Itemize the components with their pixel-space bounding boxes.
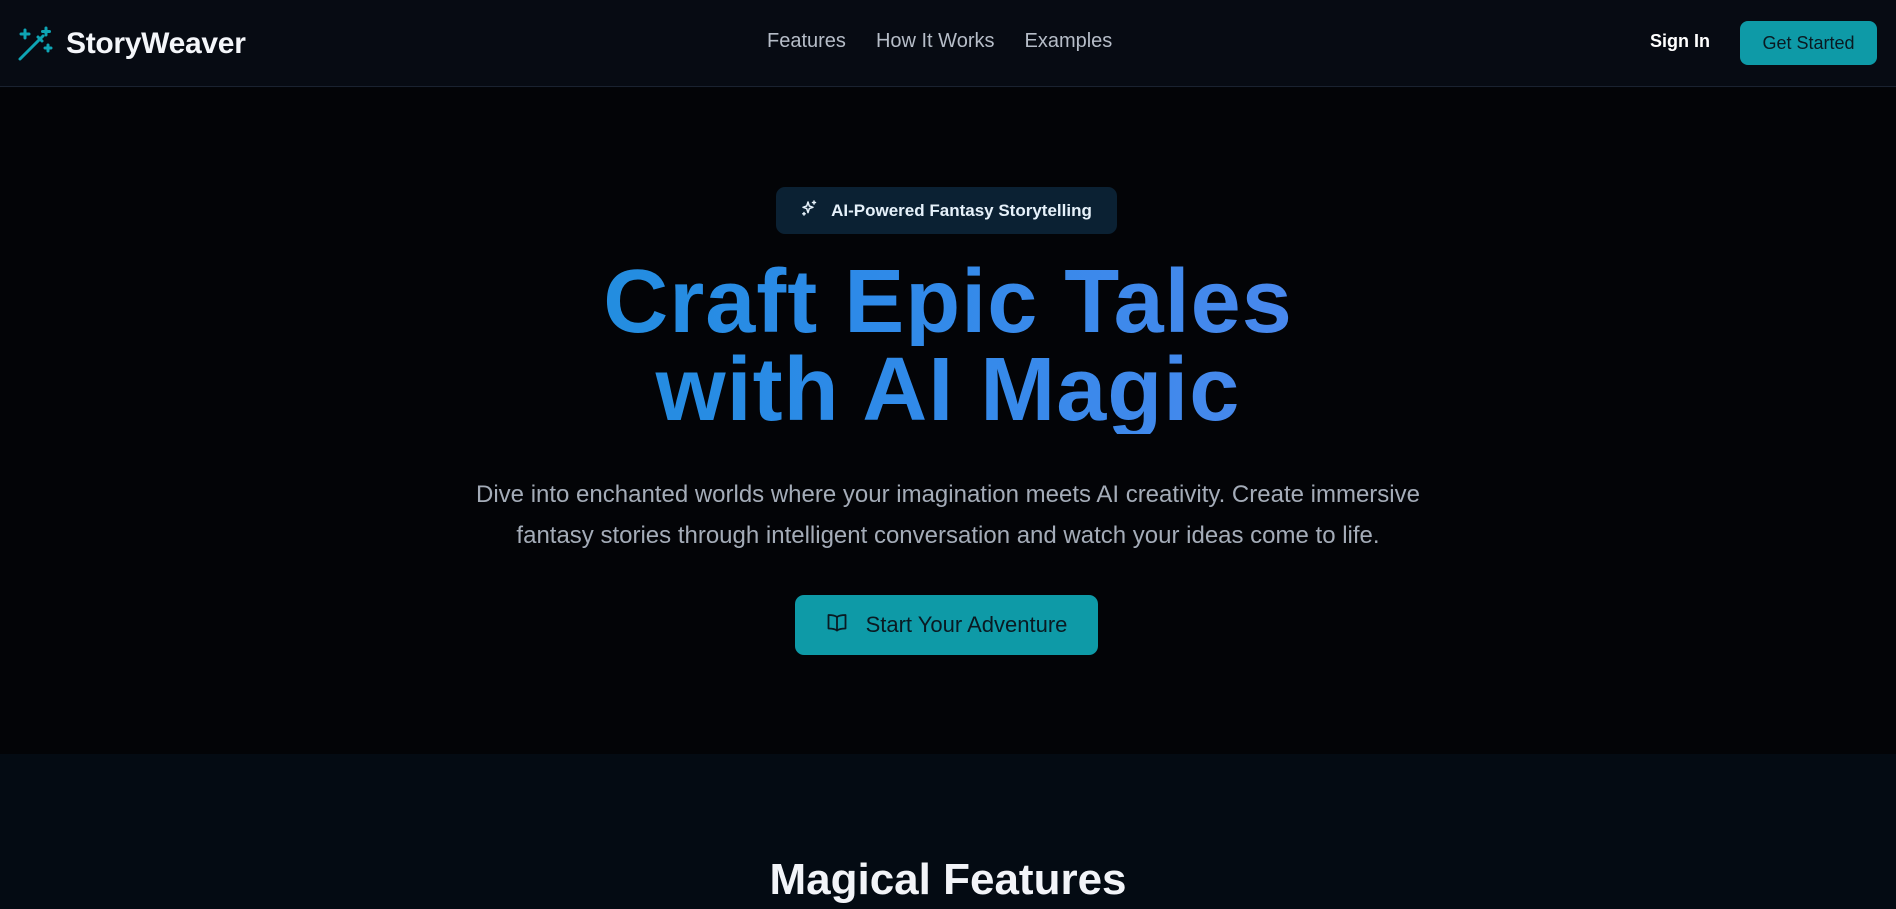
nav-features[interactable]: Features xyxy=(767,30,846,53)
headline-line-1: Craft Epic Tales xyxy=(0,257,1896,347)
sparkles-icon xyxy=(801,200,817,221)
subtitle-line-1: Dive into enchanted worlds where your im… xyxy=(476,481,1420,508)
subtitle-line-2: fantasy stories through intelligent conv… xyxy=(516,522,1380,549)
nav-how-it-works[interactable]: How It Works xyxy=(876,30,995,53)
start-adventure-button[interactable]: Start Your Adventure xyxy=(795,595,1098,655)
hero-headline: Craft Epic Tales with AI Magic xyxy=(0,257,1896,435)
magic-wand-icon xyxy=(16,25,54,63)
brand-name: StoryWeaver xyxy=(66,27,246,60)
hero-subtitle: Dive into enchanted worlds where your im… xyxy=(400,474,1496,556)
headline-line-2: with AI Magic xyxy=(0,345,1896,435)
get-started-button[interactable]: Get Started xyxy=(1740,21,1877,65)
main-nav: Features How It Works Examples xyxy=(767,30,1112,53)
cta-label: Start Your Adventure xyxy=(865,612,1068,637)
features-heading: Magical Features xyxy=(769,855,1127,904)
sign-in-link[interactable]: Sign In xyxy=(1650,31,1710,52)
hero-section: AI-Powered Fantasy Storytelling Craft Ep… xyxy=(0,88,1896,754)
hero-badge: AI-Powered Fantasy Storytelling xyxy=(776,187,1117,234)
top-navbar: StoryWeaver Features How It Works Exampl… xyxy=(0,0,1896,87)
features-section: Magical Features xyxy=(0,754,1896,909)
brand-logo[interactable]: StoryWeaver xyxy=(16,24,246,64)
book-open-icon xyxy=(826,612,848,639)
badge-label: AI-Powered Fantasy Storytelling xyxy=(831,200,1092,220)
nav-examples[interactable]: Examples xyxy=(1024,30,1112,53)
